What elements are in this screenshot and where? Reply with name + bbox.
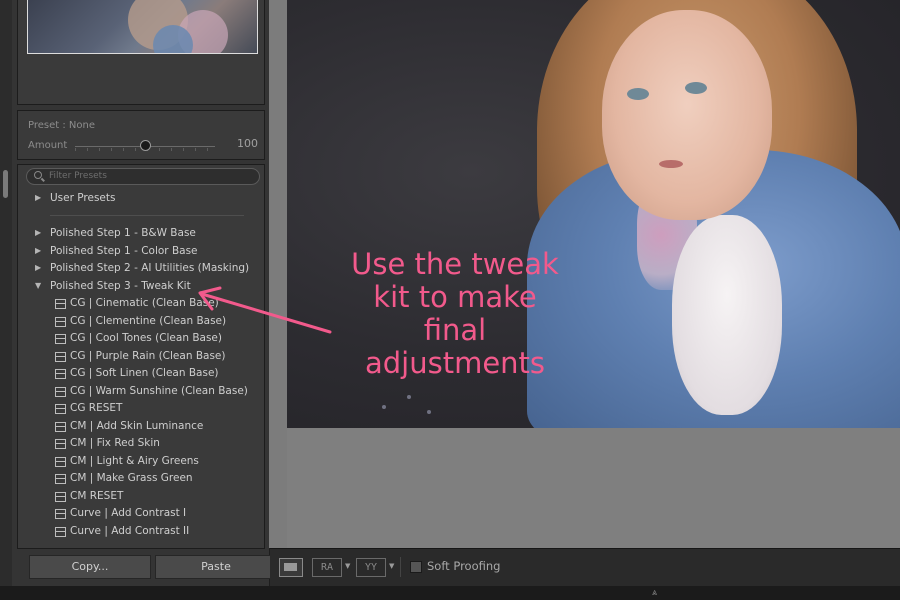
preset-item-label: Curve | Add Contrast II [70, 525, 190, 537]
navigator-thumbnail[interactable] [27, 0, 258, 54]
preset-icon [55, 387, 66, 397]
before-after-lr-button[interactable]: RA [312, 558, 342, 577]
expand-arrow-icon[interactable]: ▶ [35, 263, 41, 272]
annotation-line: final [423, 313, 487, 347]
preset-icon [55, 509, 66, 519]
folder-label: Polished Step 1 - B&W Base [50, 227, 196, 239]
preset-item-label: CM | Light & Airy Greens [70, 455, 199, 467]
preset-amount-panel: Preset : None Amount 100 [17, 110, 265, 160]
amount-value[interactable]: 100 [237, 137, 258, 150]
preset-icon [55, 404, 66, 414]
navigator-panel [17, 0, 265, 105]
chevron-down-icon[interactable]: ▼ [345, 562, 350, 570]
preset-item[interactable]: CM RESET [18, 489, 264, 506]
folder-polished-step-2-ai[interactable]: ▶ Polished Step 2 - AI Utilities (Maskin… [18, 261, 264, 278]
expand-filmstrip-icon[interactable]: ⩓ [652, 588, 657, 598]
preset-item[interactable]: CM | Make Grass Green [18, 471, 264, 488]
preset-icon [55, 422, 66, 432]
loupe-view-icon[interactable] [279, 558, 303, 577]
photo-shape [672, 215, 782, 415]
filmstrip-edge: ⩓ [0, 586, 900, 600]
panel-gutter [269, 0, 287, 548]
preset-icon [55, 457, 66, 467]
preset-item[interactable]: CM | Add Skin Luminance [18, 419, 264, 436]
preset-item-label: CM | Add Skin Luminance [70, 420, 204, 432]
preset-item-label: CG | Soft Linen (Clean Base) [70, 367, 219, 379]
paste-button[interactable]: Paste [155, 555, 277, 579]
chevron-down-icon[interactable]: ▼ [389, 562, 394, 570]
filter-presets-input[interactable] [49, 169, 249, 183]
preset-icon [55, 492, 66, 502]
divider [400, 557, 401, 577]
photo-shape [382, 405, 386, 409]
preset-item-label: CG | Warm Sunshine (Clean Base) [70, 385, 248, 397]
annotation-line: kit to make [373, 280, 537, 314]
preset-item[interactable]: CG | Soft Linen (Clean Base) [18, 366, 264, 383]
preset-icon [55, 317, 66, 327]
expand-arrow-icon[interactable]: ▶ [35, 193, 41, 202]
preset-item[interactable]: CG | Warm Sunshine (Clean Base) [18, 384, 264, 401]
amount-slider-thumb[interactable] [140, 140, 151, 151]
expand-arrow-icon[interactable]: ▶ [35, 246, 41, 255]
preset-item-label: CM | Make Grass Green [70, 472, 193, 484]
preset-icon [55, 474, 66, 484]
preset-icon [55, 527, 66, 537]
preset-icon [55, 352, 66, 362]
before-after-tb-button[interactable]: YY [356, 558, 386, 577]
preset-item[interactable]: Curve | Add Contrast I [18, 506, 264, 523]
search-icon [34, 171, 42, 179]
annotation-line: adjustments [364, 346, 546, 380]
photo-shape [602, 10, 772, 220]
soft-proofing-label[interactable]: Soft Proofing [427, 559, 500, 573]
presets-panel: ▶ User Presets ▶ Polished Step 1 - B&W B… [17, 164, 265, 549]
preset-item[interactable]: Curve | Add Contrast II [18, 524, 264, 541]
expand-arrow-icon[interactable]: ▶ [35, 228, 41, 237]
preset-item-label: CM | Fix Red Skin [70, 437, 160, 449]
preset-icon [55, 299, 66, 309]
soft-proofing-checkbox[interactable] [410, 561, 422, 573]
preset-label: Preset : None [28, 120, 95, 131]
preset-item-label: CG | Purple Rain (Clean Base) [70, 350, 226, 362]
preset-item[interactable]: CG | Purple Rain (Clean Base) [18, 349, 264, 366]
folder-polished-step-1-bw[interactable]: ▶ Polished Step 1 - B&W Base [18, 226, 264, 243]
preset-icon [55, 334, 66, 344]
amount-label: Amount [28, 140, 68, 151]
photo-shape [427, 410, 431, 414]
preset-item[interactable]: CM | Light & Airy Greens [18, 454, 264, 471]
scrollbar-grip[interactable] [3, 170, 8, 198]
divider [50, 215, 244, 216]
preset-icon [55, 439, 66, 449]
filter-presets-field[interactable] [26, 168, 260, 185]
photo-shape [685, 82, 707, 94]
folder-user-presets[interactable]: ▶ User Presets [18, 191, 264, 208]
photo-shape [659, 160, 683, 168]
preset-item-label: CG RESET [70, 402, 123, 414]
preset-item-label: Curve | Add Contrast I [70, 507, 187, 519]
annotation-arrow-icon [198, 286, 332, 334]
photo-shape [407, 395, 411, 399]
copy-button[interactable]: Copy... [29, 555, 151, 579]
folder-label: User Presets [50, 192, 116, 204]
annotation-line: Use the tweak [351, 247, 559, 281]
folder-polished-step-1-color[interactable]: ▶ Polished Step 1 - Color Base [18, 244, 264, 261]
folder-label: Polished Step 1 - Color Base [50, 245, 198, 257]
preset-item[interactable]: CM | Fix Red Skin [18, 436, 264, 453]
collapse-arrow-icon[interactable]: ▼ [35, 281, 41, 290]
bottom-toolbar: RA ▼ YY ▼ Soft Proofing [270, 548, 900, 587]
photo-shape [627, 88, 649, 100]
preset-item[interactable]: CG RESET [18, 401, 264, 418]
folder-label: Polished Step 3 - Tweak Kit [50, 280, 191, 292]
annotation-text: Use the tweak kit to make final adjustme… [335, 248, 575, 380]
preset-icon [55, 369, 66, 379]
preset-item-label: CM RESET [70, 490, 124, 502]
folder-label: Polished Step 2 - AI Utilities (Masking) [50, 262, 250, 274]
